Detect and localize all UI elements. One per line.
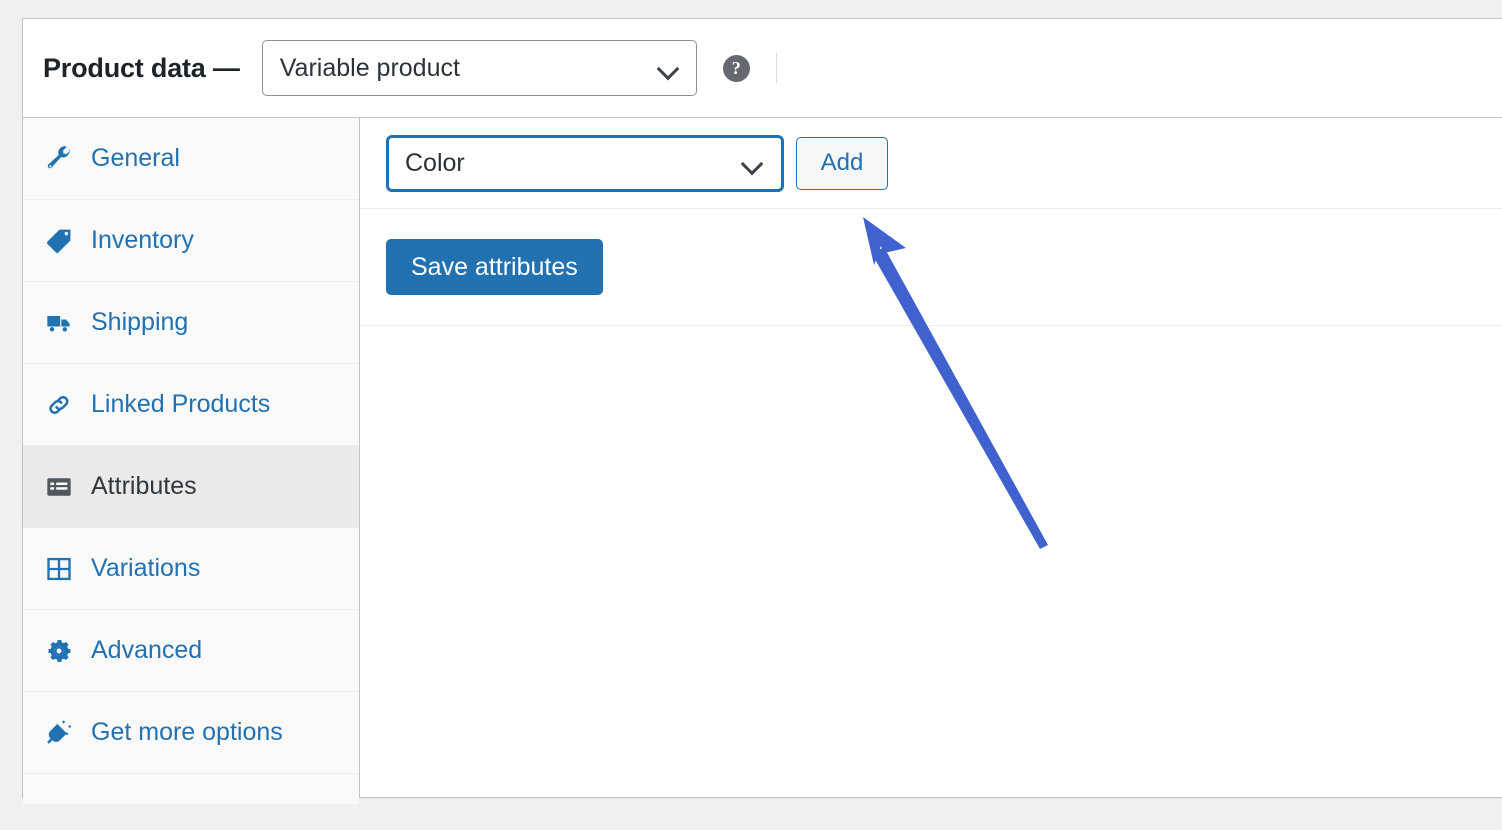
truck-icon: [45, 309, 73, 337]
add-button[interactable]: Add: [796, 136, 888, 190]
sidebar-item-label: Linked Products: [91, 390, 271, 418]
gear-icon: [45, 637, 73, 665]
link-icon: [45, 391, 73, 419]
sidebar-item-variations[interactable]: Variations: [23, 528, 359, 610]
sidebar-item-linked-products[interactable]: Linked Products: [23, 364, 359, 446]
sidebar-item-label: Attributes: [91, 472, 197, 500]
sidebar-item-label: Get more options: [91, 718, 283, 746]
sidebar-item-label: Variations: [91, 554, 201, 582]
help-question-icon[interactable]: ?: [722, 54, 750, 82]
sidebar-item-advanced[interactable]: Advanced: [23, 610, 359, 692]
sidebar-item-shipping[interactable]: Shipping: [23, 282, 359, 364]
sidebar-item-label: General: [91, 144, 180, 172]
product-data-panel: Product data — Variable product ? Genera…: [22, 18, 1502, 804]
product-type-value: Variable product: [279, 53, 460, 82]
sidebar-filler: [23, 774, 359, 804]
sidebar-item-label: Inventory: [91, 226, 194, 254]
sidebar-item-inventory[interactable]: Inventory: [23, 200, 359, 282]
attributes-panel: Color Add Save attributes: [360, 118, 1502, 797]
attribute-select[interactable]: Color: [386, 134, 784, 192]
attribute-select-value: Color: [405, 148, 465, 177]
sidebar-item-label: Shipping: [91, 308, 189, 336]
panel-body: General Inventory Shipping Linked Produc…: [23, 118, 1502, 804]
grid-icon: [45, 555, 73, 583]
chevron-down-icon: [743, 154, 762, 173]
sidebar-item-general[interactable]: General: [23, 118, 359, 200]
list-card-icon: [45, 473, 73, 501]
header-divider: [775, 53, 777, 83]
tag-icon: [45, 227, 73, 255]
page-title: Product data —: [43, 52, 240, 83]
sidebar-item-label: Advanced: [91, 636, 203, 664]
panel-header: Product data — Variable product ?: [23, 19, 1502, 118]
product-type-select[interactable]: Variable product: [261, 40, 697, 96]
attribute-add-row: Color Add: [360, 118, 1502, 209]
sidebar-item-get-more-options[interactable]: Get more options: [23, 692, 359, 774]
chevron-down-icon: [659, 59, 678, 78]
save-attributes-row: Save attributes: [360, 209, 1502, 326]
wrench-icon: [45, 145, 73, 173]
product-data-tabs: General Inventory Shipping Linked Produc…: [23, 118, 360, 804]
plug-icon: [45, 719, 73, 747]
sidebar-item-attributes[interactable]: Attributes: [23, 446, 359, 528]
save-attributes-button[interactable]: Save attributes: [386, 239, 603, 295]
